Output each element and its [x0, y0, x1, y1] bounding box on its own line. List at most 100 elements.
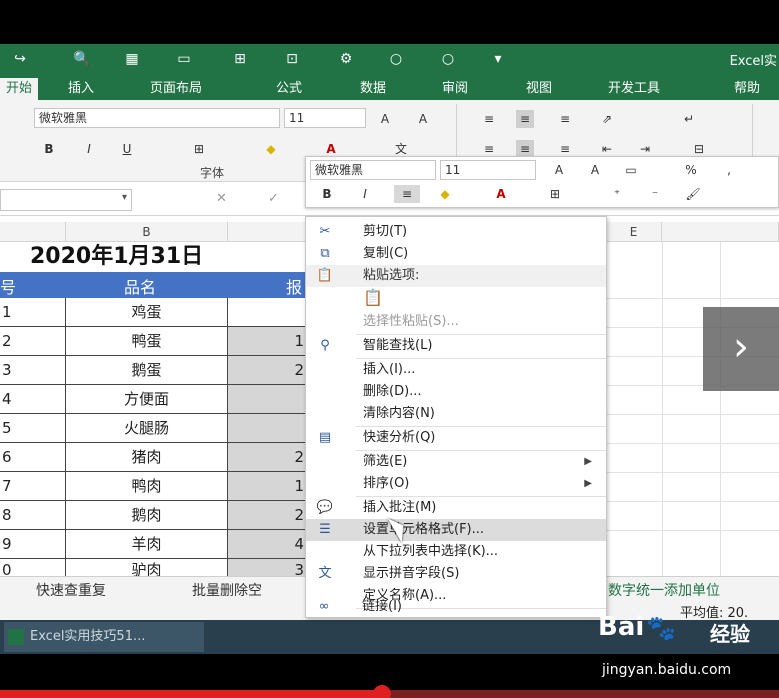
filter-icon[interactable]: ⊞ [230, 50, 250, 68]
cell-name[interactable]: 鸭蛋 [66, 327, 228, 355]
menu-item-clear-contents[interactable]: 清除内容(N) [306, 403, 606, 425]
cell-id[interactable]: 8 [0, 501, 66, 529]
mini-decrease-decimal-icon[interactable]: ⁻ [646, 185, 664, 203]
progress-knob[interactable] [372, 685, 391, 698]
cell-name[interactable]: 火腿肠 [66, 414, 228, 442]
menu-item-insert[interactable]: 插入(I)... [306, 359, 606, 381]
column-header-f[interactable] [662, 222, 779, 242]
column-header-c[interactable] [228, 222, 306, 242]
cell-name[interactable]: 驴肉 [66, 559, 228, 579]
cell-id[interactable]: 9 [0, 530, 66, 558]
mini-border-icon[interactable]: ⊞ [546, 185, 564, 203]
mini-italic-button[interactable]: I [356, 185, 374, 203]
cell-id[interactable]: 5 [0, 414, 66, 442]
table-row[interactable]: 3 鹅蛋 2 [0, 356, 306, 385]
cell-value[interactable]: 2 [228, 443, 306, 471]
cell-id[interactable]: 0 [0, 559, 66, 579]
align-bottom-icon[interactable]: ≡ [556, 110, 574, 128]
cell-name[interactable]: 鹅蛋 [66, 356, 228, 384]
menu-item-insert-comment[interactable]: 💬 插入批注(M) [306, 497, 606, 519]
tab-formulas[interactable]: 公式 [276, 78, 302, 100]
table-row[interactable]: 1 鸡蛋 [0, 298, 306, 327]
print-preview-icon[interactable]: 🔍 [72, 50, 92, 68]
align-middle-icon[interactable]: ≡ [516, 110, 534, 128]
menu-item-show-phonetic[interactable]: 文 显示拼音字段(S) [306, 563, 606, 585]
cell-name[interactable]: 鸡蛋 [66, 298, 228, 326]
menu-item-quick-analysis[interactable]: ▤ 快速分析(Q) [306, 427, 606, 449]
menu-item-pick-from-list[interactable]: 从下拉列表中选择(K)... [306, 541, 606, 563]
mini-align-center-icon[interactable]: ≡ [394, 185, 420, 203]
sheet-tab[interactable]: 批量删除空 [192, 580, 262, 600]
mini-bold-button[interactable]: B [318, 185, 336, 203]
mini-shrink-font-icon[interactable]: A [586, 161, 604, 179]
grow-font-button[interactable]: A [376, 110, 394, 128]
table-icon[interactable]: ▦ [122, 50, 142, 68]
underline-button[interactable]: U [118, 140, 136, 158]
table-row[interactable]: 5 火腿肠 [0, 414, 306, 443]
menu-item-copy[interactable]: ⧉ 复制(C) [306, 243, 606, 265]
table-row[interactable]: 8 鹅肉 2 [0, 501, 306, 530]
tab-review[interactable]: 审阅 [442, 78, 468, 100]
redo-icon[interactable]: ↪ [10, 50, 30, 68]
cell-value[interactable]: 2 [228, 356, 306, 384]
video-progress-bar[interactable] [0, 685, 779, 698]
header-name[interactable]: 品名 [124, 274, 156, 298]
cell-value[interactable]: 3 [228, 559, 306, 579]
next-slide-button[interactable]: › [703, 307, 779, 391]
cell-value[interactable]: 1 [228, 327, 306, 355]
cell-value[interactable]: 1 [228, 472, 306, 500]
align-top-icon[interactable]: ≡ [480, 110, 498, 128]
header-id[interactable]: 号 [0, 274, 16, 298]
cell-id[interactable]: 4 [0, 385, 66, 413]
name-box[interactable]: ▾ [0, 189, 132, 211]
table-row[interactable]: 6 猪肉 2 [0, 443, 306, 472]
taskbar-item-excel[interactable]: Excel实用技巧51... [4, 622, 204, 652]
enter-icon[interactable]: ✓ [268, 191, 279, 206]
paste-button[interactable]: 📋 [306, 287, 606, 311]
menu-item-link[interactable]: ∞ 链接(I) [305, 596, 607, 618]
mini-number-format-icon[interactable]: ▭ [622, 161, 640, 179]
sheet-icon[interactable]: ⊡ [282, 50, 302, 68]
chevron-down-icon[interactable]: ▾ [122, 192, 127, 203]
cell-name[interactable]: 方便面 [66, 385, 228, 413]
mini-font-size[interactable]: 11 [440, 160, 536, 180]
column-header-a[interactable] [0, 222, 66, 242]
tab-help[interactable]: 帮助 [734, 78, 760, 100]
cell-name[interactable]: 鸭肉 [66, 472, 228, 500]
mini-increase-decimal-icon[interactable]: ⁺ [608, 185, 626, 203]
cell-id[interactable]: 3 [0, 356, 66, 384]
bold-button[interactable]: B [40, 140, 58, 158]
ellipse-icon[interactable]: ○ [438, 50, 458, 68]
font-size-box[interactable]: 11 [284, 108, 366, 128]
cancel-icon[interactable]: ✕ [216, 191, 227, 206]
cell-id[interactable]: 7 [0, 472, 66, 500]
tab-insert[interactable]: 插入 [68, 78, 94, 100]
cell-id[interactable]: 6 [0, 443, 66, 471]
table-row[interactable]: 0 驴肉 3 [0, 559, 306, 579]
tab-data[interactable]: 数据 [360, 78, 386, 100]
cell-value[interactable] [228, 385, 306, 413]
cell-value[interactable] [228, 298, 306, 326]
orientation-icon[interactable]: ⇗ [598, 110, 616, 128]
mini-percent-button[interactable]: % [682, 161, 700, 179]
cell-value[interactable] [228, 414, 306, 442]
mini-fill-color-icon[interactable]: ◆ [436, 185, 454, 203]
table-row[interactable]: 4 方便面 [0, 385, 306, 414]
tab-view[interactable]: 视图 [526, 78, 552, 100]
cell-name[interactable]: 猪肉 [66, 443, 228, 471]
wrap-text-icon[interactable]: ↵ [680, 110, 698, 128]
sheet-title-cell[interactable]: 2020年1月31日 [0, 242, 300, 272]
cell-name[interactable]: 羊肉 [66, 530, 228, 558]
customize-qat-icon[interactable]: ▾ [488, 50, 508, 68]
header-value[interactable]: 报 [286, 274, 302, 298]
table-row[interactable]: 9 羊肉 4 [0, 530, 306, 559]
mini-comma-button[interactable]: , [720, 161, 738, 179]
shrink-font-button[interactable]: A [414, 110, 432, 128]
tab-home[interactable]: 开始 [0, 78, 39, 100]
border-icon[interactable]: ⊞ [190, 140, 208, 158]
tab-page-layout[interactable]: 页面布局 [150, 78, 202, 100]
menu-item-smart-lookup[interactable]: ⚲ 智能查找(L) [306, 335, 606, 357]
font-name-box[interactable]: 微软雅黑 [34, 108, 280, 128]
circle-icon[interactable]: ○ [386, 50, 406, 68]
mini-font-color-icon[interactable]: A [492, 185, 510, 203]
